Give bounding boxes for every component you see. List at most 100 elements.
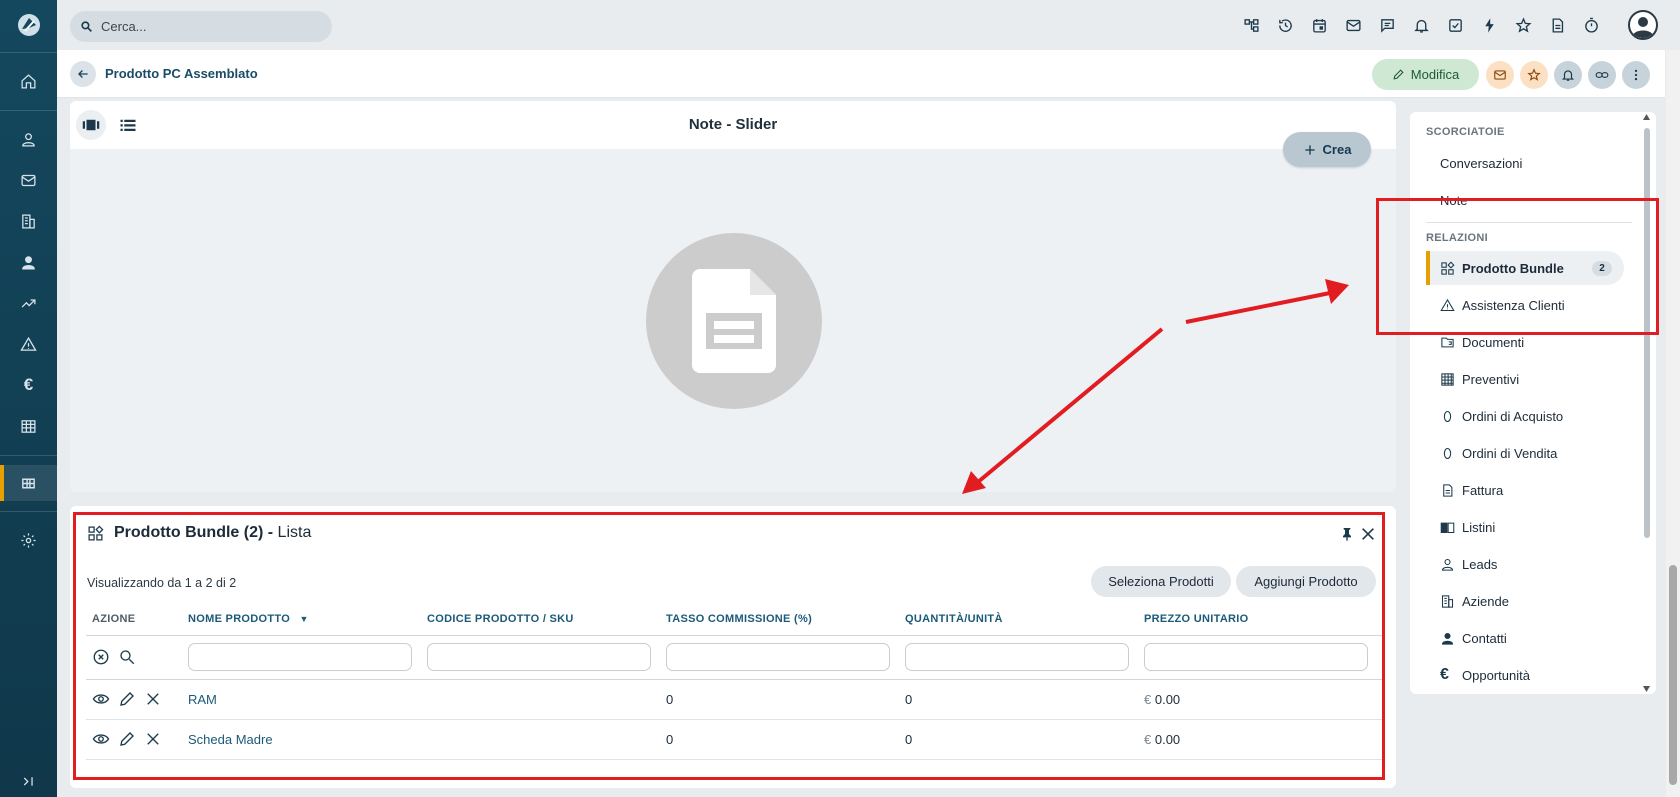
sidebar-item-mail[interactable] <box>0 162 57 198</box>
sidebar-expand-button[interactable] <box>0 763 57 797</box>
document-icon[interactable] <box>1546 14 1568 36</box>
table-icon <box>21 419 36 433</box>
sidebar-item-contacts[interactable] <box>0 244 57 280</box>
relation-opportunita[interactable]: € Opportunità <box>1426 658 1624 692</box>
expand-icon <box>23 776 33 786</box>
sidebar-divider <box>0 52 57 53</box>
edit-button[interactable]: Modifica <box>1372 59 1479 90</box>
relation-label: Fattura <box>1462 482 1504 498</box>
relation-leads[interactable]: Leads <box>1426 547 1624 581</box>
email-action-button[interactable] <box>1486 61 1514 89</box>
plus-icon <box>1304 144 1315 155</box>
shortcut-conversations[interactable]: Conversazioni <box>1426 146 1624 180</box>
link-icon <box>1595 72 1609 78</box>
notes-title: Note - Slider <box>688 116 778 133</box>
hierarchy-icon[interactable] <box>1240 14 1262 36</box>
folder-icon <box>1441 337 1454 347</box>
document-icon <box>692 269 776 373</box>
star-icon <box>1527 68 1541 81</box>
relation-label: Listini <box>1462 519 1496 535</box>
euro-icon: € <box>1440 666 1449 683</box>
building-icon <box>22 213 35 229</box>
building-icon <box>1441 594 1454 608</box>
book-icon <box>1440 522 1455 533</box>
mail-icon <box>1494 70 1506 80</box>
warning-icon <box>20 336 37 351</box>
sidebar-item-leads[interactable] <box>0 121 57 157</box>
home-icon <box>21 73 36 89</box>
relation-aziende[interactable]: Aziende <box>1426 584 1624 618</box>
annotation-box-bundle-list <box>73 512 1385 780</box>
annotation-box-relations <box>1376 198 1659 335</box>
mail-icon <box>21 174 36 186</box>
arrow-left-icon <box>78 70 88 78</box>
relation-contatti[interactable]: Contatti <box>1426 621 1624 655</box>
favorite-button[interactable] <box>1520 61 1548 89</box>
relation-label: Preventivi <box>1462 371 1520 387</box>
relation-ordini-vendita[interactable]: Ordini di Vendita <box>1426 436 1624 470</box>
calendar-icon[interactable] <box>1308 14 1330 36</box>
sidebar-divider <box>0 511 57 512</box>
bell-icon <box>1561 70 1575 81</box>
search-box[interactable] <box>70 11 332 42</box>
pencil-icon <box>1393 69 1404 80</box>
shortcuts-section-title: SCORCIATOIE <box>1426 126 1505 138</box>
empty-notes-placeholder <box>646 233 822 409</box>
relation-label: Documenti <box>1462 334 1525 350</box>
relation-label: Ordini di Acquisto <box>1462 408 1564 424</box>
notes-toolbar: Note - Slider <box>70 101 1396 149</box>
sidebar-item-sales[interactable]: € <box>0 367 57 403</box>
lightning-icon[interactable] <box>1478 14 1500 36</box>
create-note-button[interactable]: Crea <box>1283 132 1371 167</box>
sidebar-item-support[interactable] <box>0 326 57 362</box>
star-icon[interactable] <box>1512 14 1534 36</box>
record-header: Prodotto PC Assemblato Modifica <box>57 50 1665 98</box>
relation-listini[interactable]: Listini <box>1426 510 1624 544</box>
app-logo[interactable] <box>16 12 42 38</box>
sidebar-divider <box>0 110 57 111</box>
relation-label: Leads <box>1462 556 1498 572</box>
sidebar-item-settings[interactable] <box>0 522 57 558</box>
calculator-icon <box>1441 372 1454 386</box>
back-button[interactable] <box>70 61 96 87</box>
person-outline-icon <box>1441 558 1454 571</box>
create-note-label: Crea <box>1322 142 1352 157</box>
shortcut-label: Conversazioni <box>1440 155 1523 171</box>
page-title: Prodotto PC Assemblato <box>105 66 258 81</box>
relation-fattura[interactable]: Fattura <box>1426 473 1624 507</box>
sidebar-item-pricelists[interactable] <box>0 408 57 444</box>
bell-icon[interactable] <box>1410 14 1432 36</box>
trending-up-icon <box>21 298 36 307</box>
relation-label: Opportunità <box>1462 667 1530 683</box>
chat-icon[interactable] <box>1376 14 1398 36</box>
avatar[interactable] <box>1628 10 1658 40</box>
circle-icon <box>1443 410 1452 422</box>
sidebar-item-products[interactable] <box>0 465 57 501</box>
edit-button-label: Modifica <box>1410 67 1460 82</box>
relation-label: Ordini di Vendita <box>1462 445 1558 461</box>
relation-ordini-acquisto[interactable]: Ordini di Acquisto <box>1426 399 1624 433</box>
stopwatch-icon[interactable] <box>1580 14 1602 36</box>
search-input[interactable] <box>101 19 321 34</box>
top-toolbar-icons <box>1240 14 1602 36</box>
sidebar-item-companies[interactable] <box>0 203 57 239</box>
gear-icon <box>21 532 36 548</box>
follow-button[interactable] <box>1554 61 1582 89</box>
page-scrollbar-thumb[interactable] <box>1669 565 1677 785</box>
history-icon[interactable] <box>1274 14 1296 36</box>
more-menu-button[interactable] <box>1622 61 1650 89</box>
sidebar-divider <box>0 455 57 456</box>
left-sidebar: € <box>0 0 57 797</box>
relation-preventivi[interactable]: Preventivi <box>1426 362 1624 396</box>
sidebar-item-home[interactable] <box>0 63 57 99</box>
notes-slider-panel: Note - Slider Crea <box>70 101 1396 492</box>
more-vertical-icon <box>1634 69 1638 81</box>
copy-link-button[interactable] <box>1588 61 1616 89</box>
mail-icon[interactable] <box>1342 14 1364 36</box>
grid-icon <box>22 478 35 488</box>
top-bar <box>57 0 1680 50</box>
task-check-icon[interactable] <box>1444 14 1466 36</box>
person-icon <box>22 255 35 270</box>
person-outline-icon <box>22 132 35 147</box>
sidebar-item-opportunities-trend[interactable] <box>0 285 57 321</box>
